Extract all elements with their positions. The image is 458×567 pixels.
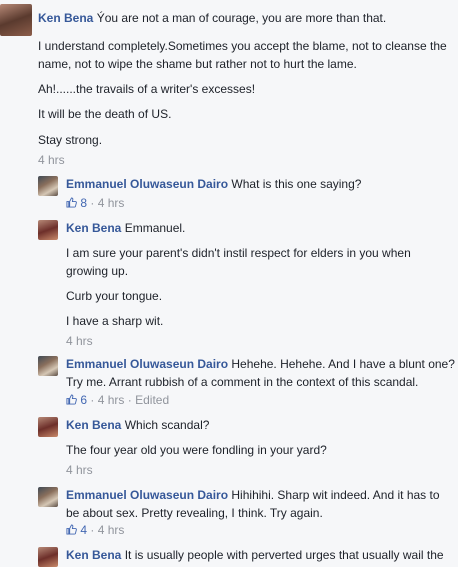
like-count[interactable]: 6 bbox=[80, 393, 87, 407]
separator: · bbox=[90, 196, 95, 210]
timestamp[interactable]: 4 hrs bbox=[98, 393, 125, 407]
reply-text: Curb your tongue. bbox=[66, 289, 163, 303]
reply-text: growing up. bbox=[66, 264, 129, 278]
reply-text: be about sex. Pretty revealing, I think.… bbox=[66, 506, 323, 520]
reply-author[interactable]: Ken Bena bbox=[66, 221, 121, 235]
reply-author[interactable]: Ken Bena bbox=[66, 548, 121, 562]
timestamp[interactable]: 4 hrs bbox=[98, 196, 125, 210]
avatar[interactable] bbox=[38, 547, 58, 567]
reply-text: What is this one saying? bbox=[231, 177, 362, 191]
reply-author[interactable]: Ken Bena bbox=[66, 418, 121, 432]
comment-text: I understand completely.Sometimes you ac… bbox=[38, 39, 447, 53]
like-count[interactable]: 8 bbox=[80, 196, 87, 210]
edited-label[interactable]: Edited bbox=[135, 393, 169, 407]
comment-text: It will be the death of US. bbox=[38, 107, 172, 121]
separator: · bbox=[90, 523, 95, 537]
reply-text: I am sure your parent's didn't instil re… bbox=[66, 246, 411, 260]
reply-text: Emmanuel. bbox=[124, 221, 186, 235]
like-icon[interactable] bbox=[66, 394, 77, 405]
separator: · bbox=[127, 393, 132, 407]
comment-author[interactable]: Ken Bena bbox=[38, 11, 93, 25]
reply-text: Hehehe. Hehehe. And I have a blunt one? bbox=[231, 357, 455, 371]
reply-author[interactable]: Emmanuel Oluwaseun Dairo bbox=[66, 177, 228, 191]
timestamp[interactable]: 4 hrs bbox=[38, 152, 65, 168]
like-icon[interactable] bbox=[66, 197, 77, 208]
reply-text: It is usually people with perverted urge… bbox=[124, 548, 444, 562]
avatar[interactable] bbox=[38, 176, 58, 196]
avatar[interactable] bbox=[0, 4, 32, 36]
reply-author[interactable]: Emmanuel Oluwaseun Dairo bbox=[66, 357, 228, 371]
timestamp[interactable]: 4 hrs bbox=[66, 333, 93, 349]
avatar[interactable] bbox=[38, 220, 58, 240]
reply-meta: 6 · 4 hrs · Edited bbox=[66, 392, 169, 408]
like-icon[interactable] bbox=[66, 524, 77, 535]
timestamp[interactable]: 4 hrs bbox=[98, 523, 125, 537]
reply-text: The four year old you were fondling in y… bbox=[66, 443, 327, 457]
reply-meta: 4 · 4 hrs bbox=[66, 522, 124, 538]
like-count[interactable]: 4 bbox=[80, 523, 87, 537]
comment-text: Stay strong. bbox=[38, 133, 103, 147]
timestamp[interactable]: 4 hrs bbox=[66, 462, 93, 478]
reply-text: Try me. Arrant rubbish of a comment in t… bbox=[66, 375, 419, 389]
separator: · bbox=[90, 393, 95, 407]
comment-text: name, not to wipe the shame but rather n… bbox=[38, 57, 357, 71]
comment-text: Ah!......the travails of a writer's exce… bbox=[38, 82, 256, 96]
comment-text: Ýou are not a man of courage, you are mo… bbox=[96, 11, 387, 25]
avatar[interactable] bbox=[38, 356, 58, 376]
reply-text: I have a sharp wit. bbox=[66, 314, 164, 328]
avatar[interactable] bbox=[38, 487, 58, 507]
reply-text: Which scandal? bbox=[124, 418, 210, 432]
avatar[interactable] bbox=[38, 417, 58, 437]
reply-meta: 8 · 4 hrs bbox=[66, 195, 124, 211]
reply-author[interactable]: Emmanuel Oluwaseun Dairo bbox=[66, 488, 228, 502]
reply-text: Hihihihi. Sharp wit indeed. And it has t… bbox=[231, 488, 440, 502]
